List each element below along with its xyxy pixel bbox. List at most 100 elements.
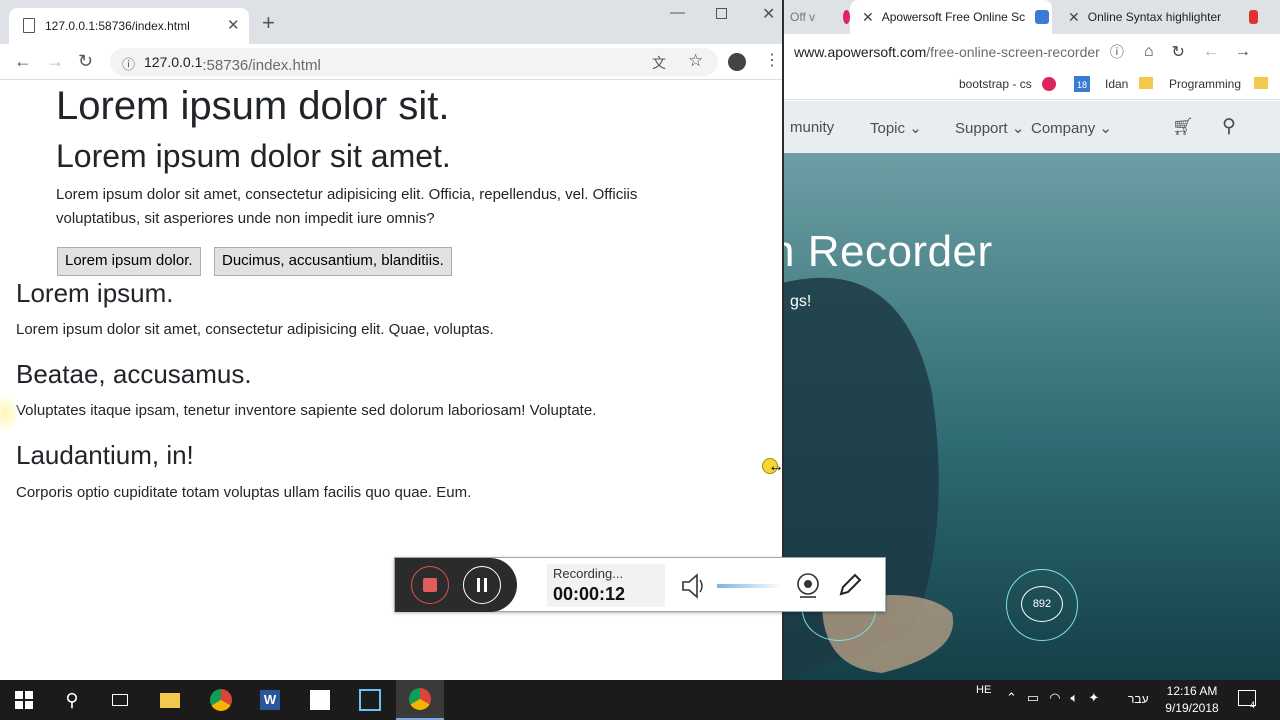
chrome-active-icon[interactable]: [396, 680, 444, 720]
speaker-icon[interactable]: [679, 572, 709, 600]
sticky-notes-icon[interactable]: [296, 680, 344, 720]
battery-icon[interactable]: ▭: [1027, 690, 1039, 706]
bookmark-programming[interactable]: Programming: [1169, 77, 1241, 91]
pencil-icon[interactable]: [837, 572, 863, 598]
cart-icon[interactable]: 🛒︎: [1172, 117, 1194, 137]
taskbar: ⚲ W HE ⌃ ▭ ◠ 🔈︎ ✦ עבר 12:16 AM 9/19/2018…: [0, 680, 1280, 720]
intro-paragraph-line2: voluptatibus, sit asperiores unde non im…: [56, 210, 435, 227]
close-window-button[interactable]: ✕: [762, 4, 775, 24]
recorder-icon: [1035, 10, 1050, 24]
document-icon: [23, 18, 35, 33]
close-icon[interactable]: ✕: [1068, 9, 1080, 26]
forward-icon[interactable]: →: [46, 52, 64, 70]
app-icon[interactable]: [346, 680, 394, 720]
recording-timer: 00:00:12: [553, 584, 626, 604]
section-heading: Beatae, accusamus.: [16, 359, 252, 389]
bookmarks-bar: bootstrap - cs 18 Idan Programming: [782, 70, 1280, 100]
close-icon[interactable]: ✕: [862, 9, 874, 26]
page-heading-1: Lorem ipsum dolor sit.: [56, 84, 450, 128]
clock[interactable]: 12:16 AM 9/19/2018: [1158, 683, 1226, 717]
task-view-icon[interactable]: [96, 680, 144, 720]
section-text: Lorem ipsum dolor sit amet, consectetur …: [16, 321, 494, 338]
hero-title: n Recorder: [782, 227, 993, 276]
hero-subtitle: gs!: [790, 293, 812, 310]
wifi-icon[interactable]: ◠: [1049, 690, 1060, 706]
nav-support[interactable]: Support ⌄: [955, 119, 1024, 137]
windows-icon: [15, 691, 33, 709]
video-icon: [1042, 77, 1056, 91]
stop-button[interactable]: [411, 566, 449, 604]
page-heading-2: Lorem ipsum dolor sit amet.: [56, 138, 451, 174]
lorem-button[interactable]: Lorem ipsum dolor.: [57, 247, 201, 276]
file-explorer-icon[interactable]: [146, 680, 194, 720]
volume-icon[interactable]: 🔈︎: [1071, 690, 1079, 706]
pause-icon: [484, 578, 487, 592]
comments-bubble[interactable]: 892: [1006, 569, 1078, 641]
nav-topic[interactable]: Topic ⌄: [870, 119, 922, 137]
menu-icon[interactable]: ⋮: [764, 52, 780, 70]
webcam-icon[interactable]: [795, 572, 823, 600]
star-icon[interactable]: ☆: [688, 51, 703, 71]
pause-button[interactable]: [463, 566, 501, 604]
close-icon[interactable]: ✕: [227, 16, 240, 34]
translate-icon[interactable]: 文: [652, 53, 666, 73]
start-button[interactable]: [0, 680, 48, 720]
chevron-up-icon[interactable]: ⌃: [1006, 690, 1017, 706]
dropbox-icon[interactable]: ✦: [1088, 690, 1099, 706]
recorder-toolbar: Recording... 00:00:12: [394, 557, 886, 612]
notification-count: 4: [1250, 700, 1256, 710]
clock-time: 12:16 AM: [1166, 684, 1218, 698]
reload-icon[interactable]: ↻: [78, 52, 93, 70]
profile-icon[interactable]: [728, 53, 746, 71]
minimize-button[interactable]: —: [670, 4, 685, 21]
toolbar: ← → ↻ ⓘ 127.0.0.1:58736/index.html 文 ☆ ⋮: [0, 44, 782, 80]
site-nav: munity Topic ⌄ Support ⌄ Company ⌄ 🛒︎ ⚲: [782, 101, 1280, 153]
tab-index-title: 127.0.0.1:58736/index.html: [45, 19, 190, 33]
recording-status-text: Recording...: [553, 566, 624, 581]
calendar-icon[interactable]: 18: [1074, 76, 1090, 92]
nav-company[interactable]: Company ⌄: [1031, 119, 1112, 137]
tab-syntax-highlighter[interactable]: ✕ Online Syntax highlighter: [1068, 0, 1258, 34]
search-icon[interactable]: ⚲: [48, 680, 96, 720]
right-tab-strip: Off v ✕ Apowersoft Free Online Sc ✕ Online…: [782, 0, 1280, 34]
home-icon[interactable]: ⌂: [1144, 43, 1154, 61]
right-address-bar[interactable]: www.apowersoft.com/free-online-screen-re…: [782, 34, 1280, 70]
video-icon: [843, 10, 850, 24]
back-icon[interactable]: ←: [14, 52, 32, 70]
tab-index[interactable]: 127.0.0.1:58736/index.html ✕: [9, 8, 249, 44]
pdf-icon: [1249, 10, 1258, 24]
reload-icon[interactable]: ↻: [1171, 42, 1184, 62]
nav-topic-label: Topic: [870, 120, 906, 137]
back-icon[interactable]: ←: [1203, 43, 1219, 61]
chrome-icon[interactable]: [197, 680, 245, 720]
nav-company-label: Company: [1031, 120, 1096, 137]
resize-cursor-icon: ↔: [768, 458, 784, 475]
comments-count: 892: [1021, 586, 1063, 622]
tab-partial[interactable]: Off v: [782, 0, 850, 34]
pause-icon: [477, 578, 480, 592]
address-bar[interactable]: ⓘ 127.0.0.1:58736/index.html 文 ☆: [110, 48, 718, 76]
forward-icon[interactable]: →: [1235, 43, 1251, 61]
section-heading: Laudantium, in!: [16, 440, 194, 470]
volume-slider[interactable]: [717, 584, 783, 588]
maximize-button[interactable]: [716, 8, 727, 19]
keyboard-language[interactable]: עבר: [1128, 692, 1149, 706]
bookmark-idan[interactable]: Idan: [1105, 77, 1128, 91]
search-icon[interactable]: ⚲: [1222, 115, 1236, 138]
input-language[interactable]: HE: [976, 684, 991, 696]
new-tab-button[interactable]: +: [262, 12, 275, 34]
folder-icon: [1139, 77, 1153, 89]
system-tray: ⌃ ▭ ◠ 🔈︎ ✦: [1006, 690, 1099, 706]
chevron-down-icon: ⌄: [1099, 120, 1112, 137]
ducimus-button[interactable]: Ducimus, accusantium, blanditiis.: [214, 247, 452, 276]
word-icon[interactable]: W: [246, 680, 294, 720]
bookmark-bootstrap[interactable]: bootstrap - cs: [959, 77, 1032, 91]
nav-support-label: Support: [955, 120, 1008, 137]
info-icon: ⓘ: [122, 57, 136, 72]
nav-community[interactable]: munity: [790, 119, 834, 136]
tab-apowersoft[interactable]: ✕ Apowersoft Free Online Sc: [850, 0, 1052, 34]
section-text: Voluptates itaque ipsam, tenetur invento…: [16, 402, 597, 419]
recording-status: Recording... 00:00:12: [547, 564, 665, 607]
info-icon[interactable]: ⓘ: [1110, 42, 1124, 62]
stop-icon: [423, 578, 437, 592]
